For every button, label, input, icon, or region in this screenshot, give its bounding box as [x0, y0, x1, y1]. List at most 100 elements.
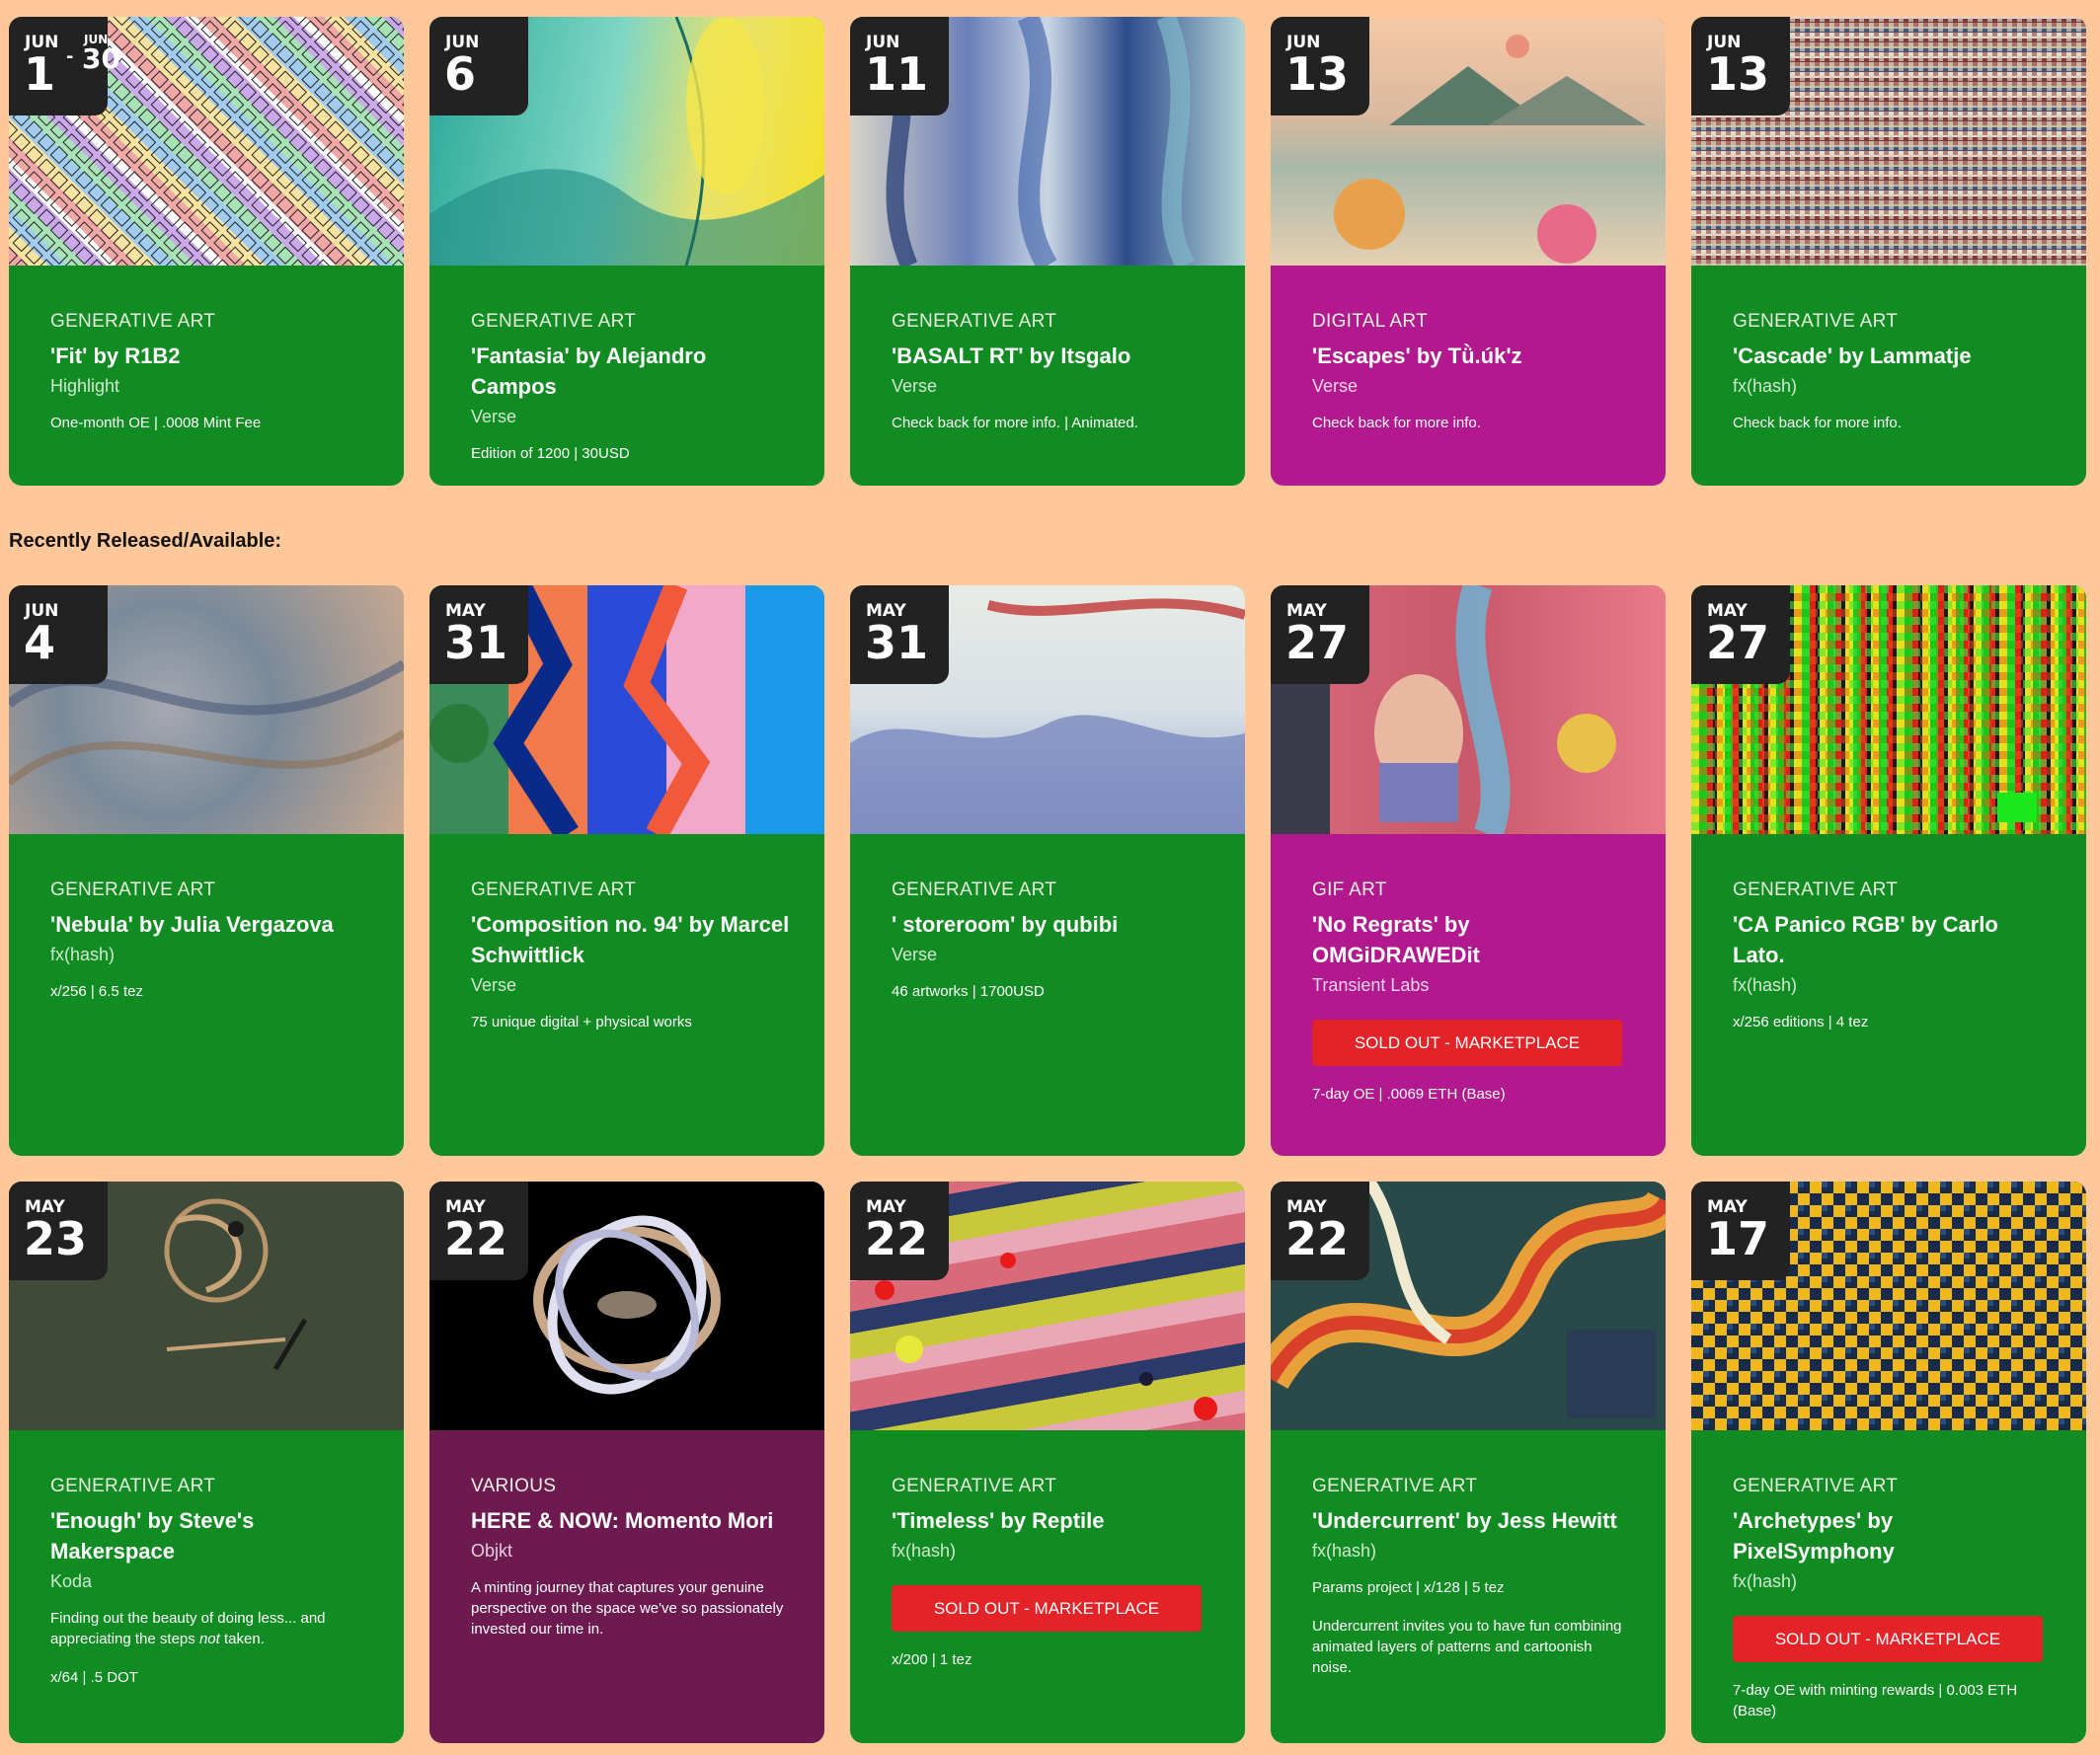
drop-card-composition-94[interactable]: MAY 31 GENERATIVE ART 'Composition no. 9…	[429, 585, 824, 1156]
drop-card-fit[interactable]: JUN 1 - JUN 30 GENERATIVE ART 'Fit' by R…	[9, 17, 404, 486]
card-platform[interactable]: Koda	[50, 1566, 370, 1596]
artwork-thumbnail[interactable]: MAY 31	[429, 585, 824, 834]
date-day: 27	[1285, 616, 1350, 669]
artwork-thumbnail[interactable]: JUN 4	[9, 585, 404, 834]
drop-card-nebula[interactable]: JUN 4 GENERATIVE ART 'Nebula' by Julia V…	[9, 585, 404, 1156]
drop-card-here-and-now[interactable]: MAY 22 VARIOUS HERE & NOW: Momento Mori …	[429, 1182, 824, 1743]
artwork-thumbnail[interactable]: MAY 23	[9, 1182, 404, 1430]
artwork-thumbnail[interactable]: MAY 17	[1691, 1182, 2086, 1430]
card-info: GENERATIVE ART 'Archetypes' by PixelSymp…	[1691, 1430, 2086, 1743]
artwork-thumbnail[interactable]: MAY 22	[850, 1182, 1245, 1430]
drop-card-archetypes[interactable]: MAY 17 GENERATIVE ART 'Archetypes' by Pi…	[1691, 1182, 2086, 1743]
card-title[interactable]: 'Escapes' by Tǜ.úk'z	[1312, 341, 1632, 371]
card-title[interactable]: 'Undercurrent' by Jess Hewitt	[1312, 1505, 1632, 1536]
card-title[interactable]: 'Composition no. 94' by Marcel Schwittli…	[471, 909, 791, 970]
card-title[interactable]: 'Cascade' by Lammatje	[1733, 341, 2053, 371]
date-badge: MAY 22	[1271, 1182, 1369, 1280]
card-details: 7-day OE | .0069 ETH (Base)	[1312, 1086, 1506, 1103]
drop-card-timeless[interactable]: MAY 22 GENERATIVE ART 'Timeless' by Rept…	[850, 1182, 1245, 1743]
date-badge: MAY 31	[429, 585, 528, 684]
card-title[interactable]: 'Fit' by R1B2	[50, 341, 370, 371]
date-badge: JUN 13	[1271, 17, 1369, 115]
card-category: DIGITAL ART	[1312, 311, 1428, 332]
card-platform[interactable]: Objkt	[471, 1536, 791, 1565]
card-platform[interactable]: fx(hash)	[1733, 970, 2053, 1000]
drop-card-enough[interactable]: MAY 23 GENERATIVE ART 'Enough' by Steve'…	[9, 1182, 404, 1743]
date-badge: JUN 4	[9, 585, 108, 684]
artwork-thumbnail[interactable]: JUN 6	[429, 17, 824, 266]
card-info: GENERATIVE ART 'Fit' by R1B2 Highlight O…	[9, 266, 404, 486]
card-title[interactable]: 'Enough' by Steve's Makerspace	[50, 1505, 370, 1566]
card-title[interactable]: 'No Regrats' by OMGiDRAWEDit	[1312, 909, 1632, 970]
card-title[interactable]: 'Archetypes' by PixelSymphony	[1733, 1505, 2053, 1566]
drop-card-no-regrats[interactable]: MAY 27 GIF ART 'No Regrats' by OMGiDRAWE…	[1271, 585, 1666, 1156]
card-info: GENERATIVE ART 'CA Panico RGB' by Carlo …	[1691, 834, 2086, 1156]
card-platform[interactable]: Highlight	[50, 371, 370, 401]
artwork-thumbnail[interactable]: JUN 13	[1271, 17, 1666, 266]
artwork-thumbnail[interactable]: MAY 27	[1691, 585, 2086, 834]
card-title[interactable]: 'Timeless' by Reptile	[892, 1505, 1211, 1536]
artwork-thumbnail[interactable]: MAY 27	[1271, 585, 1666, 834]
date-day: 22	[444, 1212, 508, 1265]
date-badge: JUN 6	[429, 17, 528, 115]
artwork-thumbnail[interactable]: JUN 13	[1691, 17, 2086, 266]
artwork-thumbnail[interactable]: MAY 22	[1271, 1182, 1666, 1430]
card-category: GENERATIVE ART	[892, 1476, 1057, 1496]
sold-out-marketplace-button[interactable]: SOLD OUT - MARKETPLACE	[1733, 1616, 2043, 1662]
date-day: 31	[444, 616, 508, 669]
date-day: 23	[24, 1212, 88, 1265]
card-platform[interactable]: Verse	[471, 402, 791, 431]
artwork-thumbnail[interactable]: MAY 22	[429, 1182, 824, 1430]
description-emphasis: not	[198, 1631, 220, 1647]
card-info: GENERATIVE ART 'Enough' by Steve's Maker…	[9, 1430, 404, 1743]
card-info: GENERATIVE ART 'Undercurrent' by Jess He…	[1271, 1430, 1666, 1743]
card-description: Undercurrent invites you to have fun com…	[1312, 1618, 1622, 1676]
sold-out-marketplace-button[interactable]: SOLD OUT - MARKETPLACE	[892, 1585, 1202, 1632]
drop-card-fantasia[interactable]: JUN 6 GENERATIVE ART 'Fantasia' by Aleja…	[429, 17, 824, 486]
card-title[interactable]: 'Fantasia' by Alejandro Campos	[471, 341, 791, 402]
card-category: GENERATIVE ART	[50, 1476, 216, 1496]
card-category: GENERATIVE ART	[892, 311, 1057, 332]
card-details: x/64 | .5 DOT	[50, 1669, 138, 1686]
card-title[interactable]: ' storeroom' by qubibi	[892, 909, 1211, 940]
card-title[interactable]: 'Nebula' by Julia Vergazova	[50, 909, 370, 940]
card-platform[interactable]: Verse	[892, 371, 1211, 401]
date-day: 31	[865, 616, 929, 669]
card-platform[interactable]: Verse	[1312, 371, 1632, 401]
date-badge: JUN 1 - JUN 30	[9, 17, 120, 115]
artwork-thumbnail[interactable]: JUN 1 - JUN 30	[9, 17, 404, 266]
drop-card-ca-panico-rgb[interactable]: MAY 27 GENERATIVE ART 'CA Panico RGB' by…	[1691, 585, 2086, 1156]
card-title[interactable]: HERE & NOW: Momento Mori	[471, 1505, 791, 1536]
recent-drops-row-2: MAY 23 GENERATIVE ART 'Enough' by Steve'…	[9, 1182, 2086, 1743]
card-description: A minting journey that captures your gen…	[471, 1579, 784, 1638]
card-details: x/200 | 1 tez	[892, 1651, 972, 1668]
sold-out-marketplace-button[interactable]: SOLD OUT - MARKETPLACE	[1312, 1020, 1622, 1066]
card-title[interactable]: 'CA Panico RGB' by Carlo Lato.	[1733, 909, 2053, 970]
drop-card-cascade[interactable]: JUN 13 GENERATIVE ART 'Cascade' by Lamma…	[1691, 17, 2086, 486]
card-category: GENERATIVE ART	[1733, 1476, 1899, 1496]
card-details: One-month OE | .0008 Mint Fee	[50, 415, 262, 431]
card-category: GENERATIVE ART	[1733, 879, 1899, 900]
card-platform[interactable]: fx(hash)	[1733, 371, 2053, 401]
card-info: GENERATIVE ART 'Fantasia' by Alejandro C…	[429, 266, 824, 486]
drop-card-storeroom[interactable]: MAY 31 GENERATIVE ART ' storeroom' by qu…	[850, 585, 1245, 1156]
date-day: 6	[444, 47, 477, 101]
card-title[interactable]: 'BASALT RT' by Itsgalo	[892, 341, 1211, 371]
drop-card-undercurrent[interactable]: MAY 22 GENERATIVE ART 'Undercurrent' by …	[1271, 1182, 1666, 1743]
artwork-thumbnail[interactable]: MAY 31	[850, 585, 1245, 834]
drop-card-escapes[interactable]: JUN 13 DIGITAL ART 'Escapes' by Tǜ.úk'z …	[1271, 17, 1666, 486]
drop-card-basalt-rt[interactable]: JUN 11 GENERATIVE ART 'BASALT RT' by Its…	[850, 17, 1245, 486]
card-details: x/256 editions | 4 tez	[1733, 1014, 1869, 1030]
card-platform[interactable]: fx(hash)	[1312, 1536, 1632, 1565]
card-platform[interactable]: Verse	[471, 970, 791, 1000]
card-details: Check back for more info.	[1733, 415, 1902, 431]
card-platform[interactable]: Verse	[892, 940, 1211, 969]
card-info: GENERATIVE ART 'Cascade' by Lammatje fx(…	[1691, 266, 2086, 486]
card-platform[interactable]: fx(hash)	[892, 1536, 1211, 1565]
card-platform[interactable]: Transient Labs	[1312, 970, 1632, 1000]
artwork-thumbnail[interactable]: JUN 11	[850, 17, 1245, 266]
card-platform[interactable]: fx(hash)	[1733, 1566, 2053, 1596]
section-heading-recent: Recently Released/Available:	[9, 530, 282, 552]
card-category: VARIOUS	[471, 1476, 557, 1496]
card-platform[interactable]: fx(hash)	[50, 940, 370, 969]
